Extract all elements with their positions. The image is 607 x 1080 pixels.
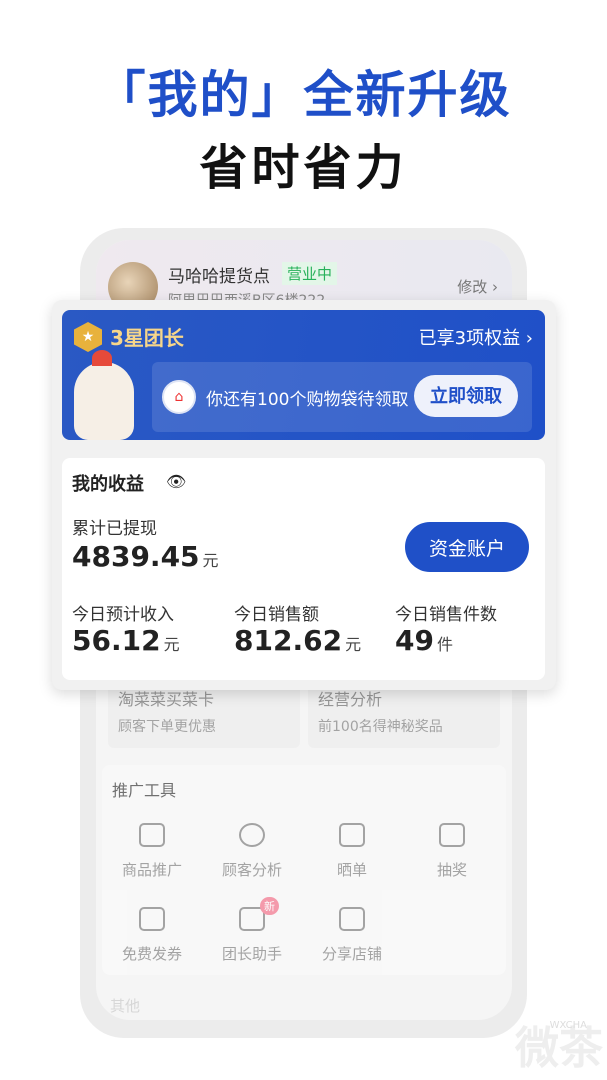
user-chart-icon xyxy=(239,823,265,847)
withdrawn-value: 4839.45 元 xyxy=(72,540,219,573)
tool-free-coupon[interactable]: 免费发券 xyxy=(102,907,202,964)
stat-label: 今日预计收入 xyxy=(72,605,174,625)
mascot-chicken-icon xyxy=(74,350,134,440)
headline: 「我的」全新升级 xyxy=(95,66,512,124)
shopping-bag-icon xyxy=(139,823,165,847)
status-badge: 营业中 xyxy=(282,262,338,285)
tool-lottery[interactable]: 抽奖 xyxy=(402,823,502,880)
tool-share-order[interactable]: 晒单 xyxy=(302,823,402,880)
tool-label: 抽奖 xyxy=(436,861,467,879)
amount: 56.12 xyxy=(72,624,161,657)
rights-link[interactable]: 已享3项权益 › xyxy=(419,324,533,350)
watermark-text: WXCHA xyxy=(549,1020,587,1031)
earnings-card: 我的收益 👁 累计已提现 4839.45 元 资金账户 今日预计收入 56.12 元… xyxy=(62,458,545,680)
tool-customer-analysis[interactable]: 顾客分析 xyxy=(202,823,302,880)
unit: 元 xyxy=(345,635,362,654)
amount: 49 xyxy=(395,624,434,657)
stat-label: 今日销售额 xyxy=(234,605,319,625)
tool-label: 免费发券 xyxy=(121,945,182,963)
bag-text: 你还有100个购物袋待领取 xyxy=(206,390,409,410)
amount: 4839.45 xyxy=(72,540,200,573)
section-title: 推广工具 xyxy=(112,781,177,800)
stat-label: 今日销售件数 xyxy=(395,605,497,625)
card-sub: 前100名得神秘奖品 xyxy=(318,719,443,735)
unit: 元 xyxy=(202,551,219,570)
my-panel: ★ 3星团长 已享3项权益 › ⌂ 你还有100个购物袋待领取 立即领取 我的收… xyxy=(52,300,556,690)
share-store-icon xyxy=(339,907,365,931)
treasure-box-icon xyxy=(439,823,465,847)
card-analysis[interactable]: 经营分析 前100名得神秘奖品 xyxy=(308,680,500,748)
section-other: 其他 xyxy=(110,997,141,1015)
stat-value: 812.62 元 xyxy=(234,624,361,657)
tool-label: 商品推广 xyxy=(121,861,182,879)
bag-promo: ⌂ 你还有100个购物袋待领取 立即领取 xyxy=(152,362,532,432)
edit-button[interactable]: 修改 › xyxy=(457,276,498,297)
shopping-bag-icon: ⌂ xyxy=(162,380,196,414)
tool-label: 顾客分析 xyxy=(221,861,282,879)
amount: 812.62 xyxy=(234,624,343,657)
tool-leader-assistant[interactable]: 新团长助手 xyxy=(202,897,302,964)
envelope-icon xyxy=(339,823,365,847)
card-sub: 顾客下单更优惠 xyxy=(118,719,216,735)
tool-label: 分享店铺 xyxy=(321,945,382,963)
level-title: 3星团长 xyxy=(110,326,184,350)
stat-value: 56.12 元 xyxy=(72,624,180,657)
claim-button[interactable]: 立即领取 xyxy=(414,375,518,417)
store-name: 马哈哈提货点 xyxy=(168,267,270,287)
promo-tools: 推广工具 商品推广 顾客分析 晒单 抽奖 免费发券 新团长助手 分享店铺 xyxy=(102,765,506,975)
tool-share-store[interactable]: 分享店铺 xyxy=(302,907,402,964)
unit: 件 xyxy=(436,635,453,654)
subheadline: 省时省力 xyxy=(199,140,408,196)
tool-product-promo[interactable]: 商品推广 xyxy=(102,823,202,880)
withdrawn-label: 累计已提现 xyxy=(72,519,157,539)
unit: 元 xyxy=(163,635,180,654)
earnings-title: 我的收益 xyxy=(72,474,144,495)
ticket-icon xyxy=(139,907,165,931)
card-caicai[interactable]: 淘菜菜买菜卡 顾客下单更优惠 xyxy=(108,680,300,748)
star-medal-icon: ★ xyxy=(74,322,102,352)
level-card: ★ 3星团长 已享3项权益 › ⌂ 你还有100个购物袋待领取 立即领取 xyxy=(62,310,545,440)
new-badge: 新 xyxy=(260,897,279,915)
stat-value: 49 件 xyxy=(395,624,453,657)
account-button[interactable]: 资金账户 xyxy=(405,522,529,572)
tool-label: 团长助手 xyxy=(221,945,282,963)
eye-icon[interactable]: 👁 xyxy=(166,472,186,491)
tool-label: 晒单 xyxy=(336,861,367,879)
